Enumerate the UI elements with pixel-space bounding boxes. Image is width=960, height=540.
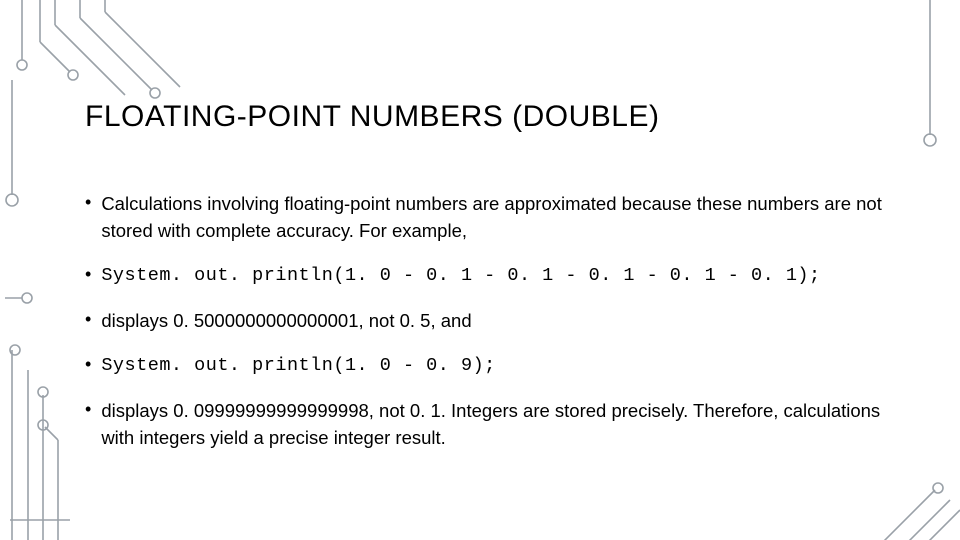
bullet-text: Calculations involving floating-point nu… [101,190,905,244]
bullet-icon: • [85,398,91,420]
bullet-icon: • [85,191,91,213]
slide-title: FLOATING-POINT NUMBERS (DOUBLE) [85,100,659,134]
bullet-icon: • [85,308,91,330]
bullet-item: • Calculations involving floating-point … [85,190,905,244]
bullet-text: displays 0. 09999999999999998, not 0. 1.… [101,397,905,451]
bullet-item: • displays 0. 09999999999999998, not 0. … [85,397,905,451]
bullet-text: displays 0. 5000000000000001, not 0. 5, … [101,307,471,334]
bullet-code: System. out. println(1. 0 - 0. 1 - 0. 1 … [101,262,820,289]
bullet-item: • System. out. println(1. 0 - 0. 9); [85,352,905,379]
bullet-item: • displays 0. 5000000000000001, not 0. 5… [85,307,905,334]
bullet-icon: • [85,263,91,285]
slide: FLOATING-POINT NUMBERS (DOUBLE) • Calcul… [0,0,960,540]
bullet-code: System. out. println(1. 0 - 0. 9); [101,352,495,379]
bullet-icon: • [85,353,91,375]
bullet-item: • System. out. println(1. 0 - 0. 1 - 0. … [85,262,905,289]
slide-body: • Calculations involving floating-point … [85,190,905,469]
